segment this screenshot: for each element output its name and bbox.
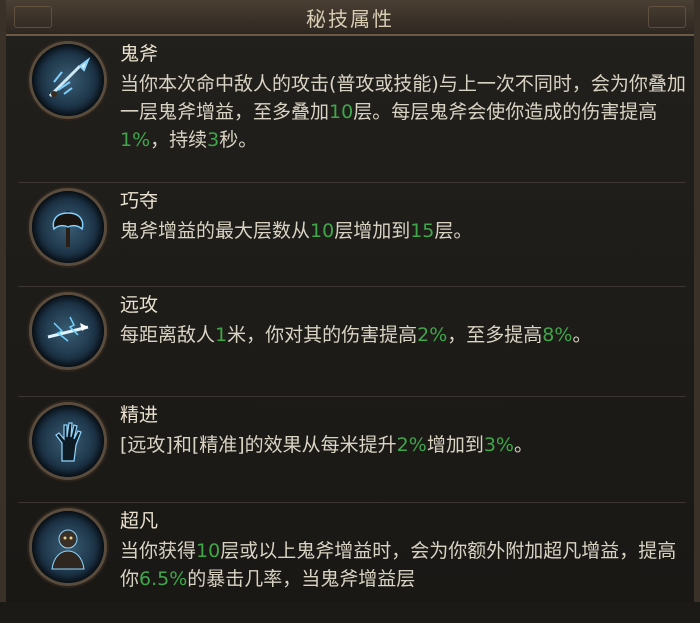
description-text: 秒。: [219, 129, 258, 151]
highlight-value: 1%: [120, 129, 151, 151]
description-text: 增加到: [426, 434, 484, 456]
description-text: 米，你对其的伤害提高: [227, 324, 418, 346]
skill-description: [远攻]和[精准]的效果从每米提升2%增加到3%。: [120, 431, 686, 459]
highlight-value: 8%: [542, 324, 573, 346]
lightning-spear-icon[interactable]: [32, 295, 104, 367]
battle-axe-icon[interactable]: [32, 191, 104, 263]
description-text: ，持续: [150, 129, 208, 151]
panel-title: 秘技属性: [306, 6, 394, 31]
skill-row-ghost-axe[interactable]: 鬼斧 当你本次命中敌人的攻击(普攻或技能)与上一次不同时，会为你叠加一层鬼斧增益…: [18, 36, 686, 183]
skill-description: 当你本次命中敌人的攻击(普攻或技能)与上一次不同时，会为你叠加一层鬼斧增益，至多…: [120, 70, 686, 154]
description-text: 。: [513, 434, 533, 456]
highlight-value: 6.5%: [139, 568, 188, 590]
highlight-value: 2%: [417, 324, 448, 346]
skill-row-snatch[interactable]: 巧夺 鬼斧增益的最大层数从10层增加到15层。: [18, 183, 686, 287]
skill-description: 鬼斧增益的最大层数从10层增加到15层。: [120, 217, 686, 245]
description-text: 层增加到: [334, 220, 411, 242]
header-ornament-left: [14, 6, 52, 28]
description-text: ，至多提高: [447, 324, 543, 346]
description-text: 每距离敌人: [120, 324, 216, 346]
highlight-value: 10: [310, 220, 335, 242]
raised-hand-icon[interactable]: [32, 405, 104, 477]
highlight-value: 1: [215, 324, 228, 346]
description-text: 层。每层鬼斧会使你造成的伤害提高: [353, 101, 658, 123]
ghost-axe-icon[interactable]: [32, 44, 104, 116]
transcendent-figure-icon[interactable]: [32, 511, 104, 583]
highlight-value: 3: [207, 129, 220, 151]
description-text: 层。: [434, 220, 473, 242]
skill-row-refine[interactable]: 精进 [远攻]和[精准]的效果从每米提升2%增加到3%。: [18, 397, 686, 503]
skill-row-long-range[interactable]: 远攻 每距离敌人1米，你对其的伤害提高2%，至多提高8%。: [18, 287, 686, 397]
description-text: 当你获得: [120, 540, 197, 562]
skill-row-transcend[interactable]: 超凡 当你获得10层或以上鬼斧增益时，会为你额外附加超凡增益，提高你6.5%的暴…: [18, 503, 686, 623]
highlight-value: 3%: [483, 434, 514, 456]
skill-panel: 秘技属性 鬼斧 当你本次命中敌人的攻击(普攻或技能)与上一次不同时，会为你叠加一…: [0, 0, 700, 602]
skill-name: 远攻: [120, 294, 159, 316]
skill-name: 精进: [120, 404, 159, 426]
description-text: [远攻]和[精准]的效果从每米提升: [120, 434, 397, 456]
description-text: 鬼斧增益的最大层数从: [120, 220, 311, 242]
skill-name: 超凡: [120, 510, 159, 532]
highlight-value: 2%: [396, 434, 427, 456]
description-text: 的暴击几率，当鬼斧增益层: [187, 568, 416, 590]
header-ornament-right: [648, 6, 686, 28]
skill-name: 巧夺: [120, 190, 159, 212]
highlight-value: 15: [410, 220, 435, 242]
panel-header: 秘技属性: [6, 0, 694, 36]
skill-name: 鬼斧: [120, 43, 159, 65]
highlight-value: 10: [196, 540, 221, 562]
highlight-value: 10: [329, 101, 354, 123]
skill-list: 鬼斧 当你本次命中敌人的攻击(普攻或技能)与上一次不同时，会为你叠加一层鬼斧增益…: [6, 36, 694, 623]
description-text: 。: [572, 324, 592, 346]
skill-description: 当你获得10层或以上鬼斧增益时，会为你额外附加超凡增益，提高你6.5%的暴击几率…: [120, 537, 686, 593]
skill-description: 每距离敌人1米，你对其的伤害提高2%，至多提高8%。: [120, 321, 686, 349]
